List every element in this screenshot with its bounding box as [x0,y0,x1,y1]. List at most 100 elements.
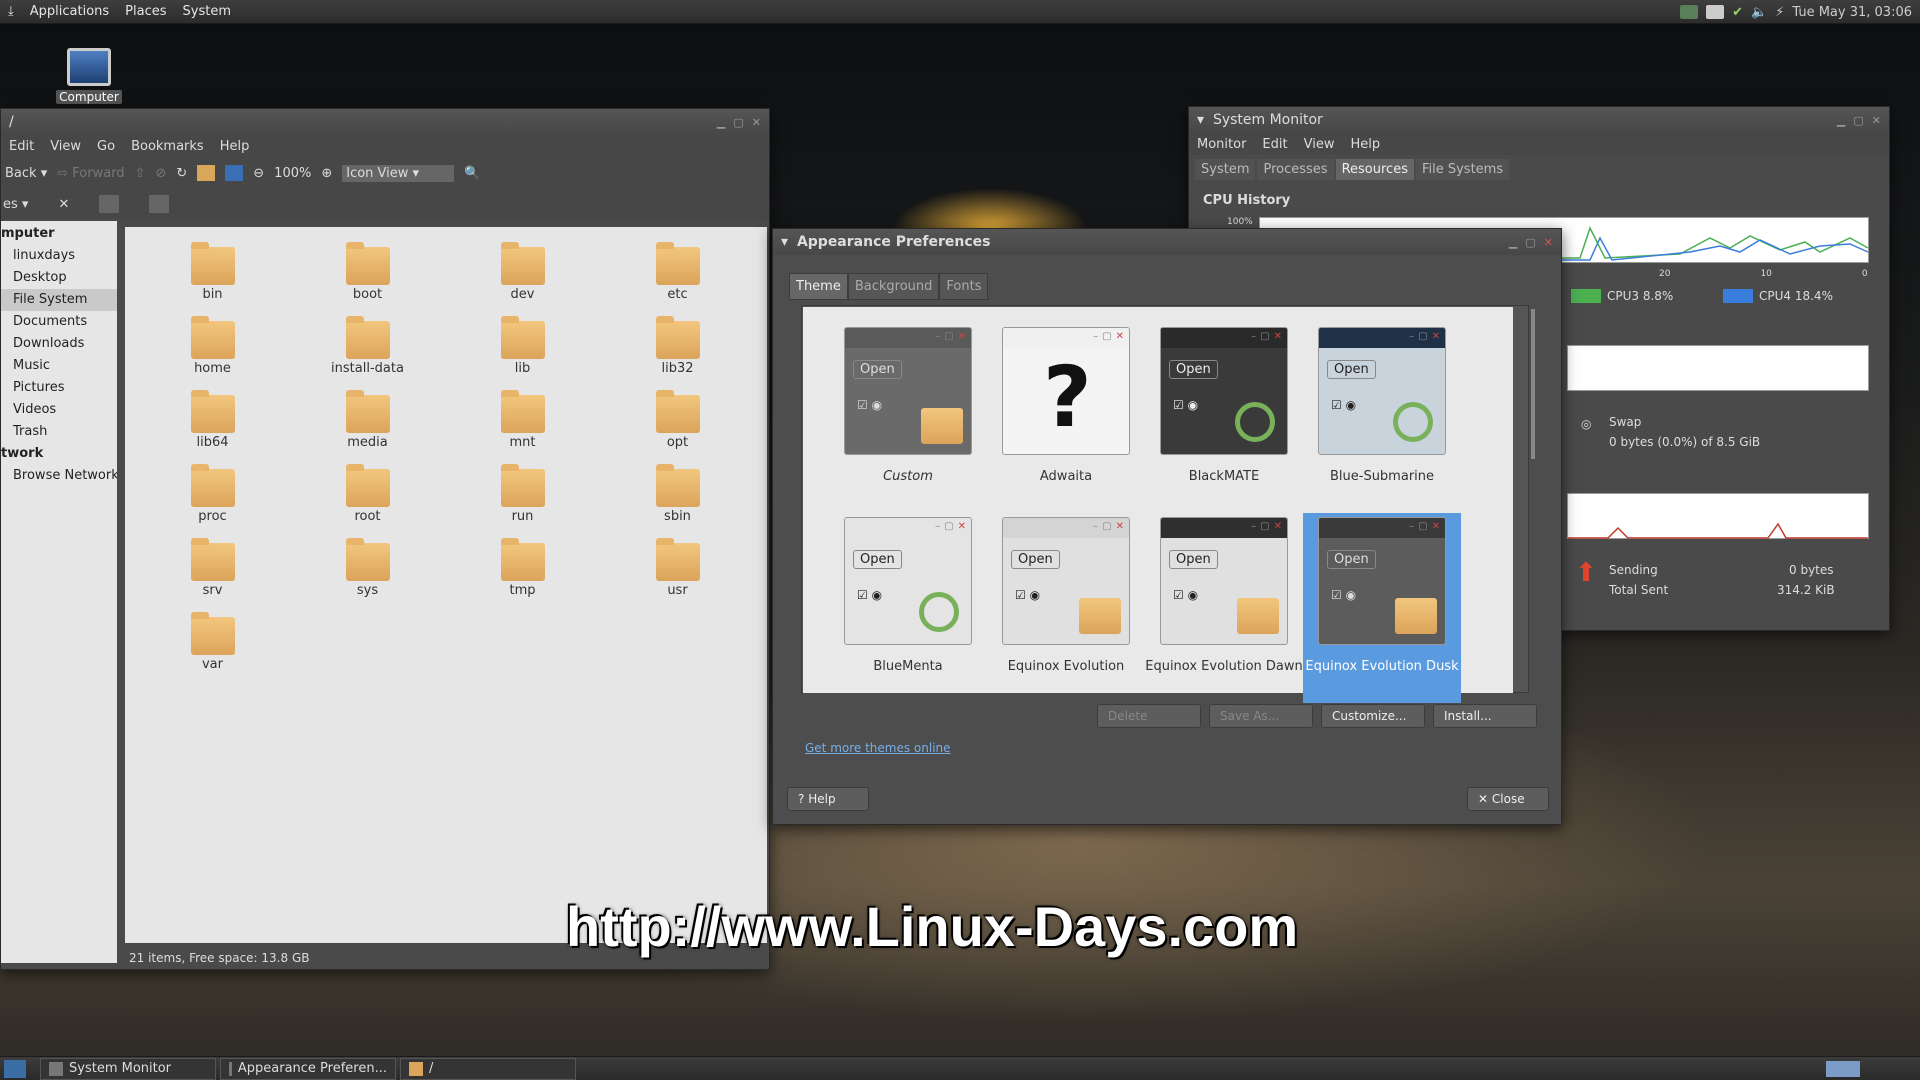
taskbar-button[interactable]: / [400,1057,576,1080]
tab-resources[interactable]: Resources [1335,159,1414,180]
panel-logo-icon[interactable]: ⤓ [0,4,22,19]
menu-view[interactable]: View [1296,137,1343,152]
minimize-icon[interactable]: ▁ [1509,236,1517,249]
install-button[interactable]: Install... [1433,704,1537,728]
maximize-icon[interactable]: ▢ [1853,114,1863,127]
tab-system[interactable]: System [1195,159,1256,180]
network-icon[interactable] [1680,5,1699,19]
menu-bookmarks[interactable]: Bookmarks [123,139,212,154]
edit-icon[interactable] [99,195,120,213]
folder-item[interactable]: srv [135,537,290,611]
menu-monitor[interactable]: Monitor [1189,137,1254,152]
theme-item[interactable]: – ▢ ✕? Adwaita [987,323,1145,513]
applications-menu[interactable]: Applications [22,4,117,19]
folder-item[interactable]: sbin [600,463,755,537]
volume-icon[interactable]: 🔈 [1751,5,1767,20]
more-themes-link[interactable]: Get more themes online [805,741,951,755]
menu-go[interactable]: Go [89,139,123,154]
close-icon[interactable]: ✕ [1544,236,1553,249]
save-as-button[interactable]: Save As... [1209,704,1313,728]
search-icon[interactable]: 🔍 [464,166,480,181]
system-menu[interactable]: System [175,4,239,19]
folder-item[interactable]: sys [290,537,445,611]
location-icon[interactable] [149,195,170,213]
sidebar-item[interactable]: Desktop [1,267,117,289]
theme-scrollbar[interactable] [1531,309,1535,459]
minimize-icon[interactable]: ▁ [717,116,725,129]
customize-button[interactable]: Customize... [1321,704,1425,728]
sidebar-item[interactable]: Downloads [1,333,117,355]
sidebar-item[interactable]: Browse Network [1,465,117,487]
ap-menu-icon[interactable]: ▾ [781,234,788,250]
clock[interactable]: Tue May 31, 03:06 [1792,5,1912,20]
forward-button[interactable]: ⇨ Forward [57,166,124,181]
tab-processes[interactable]: Processes [1257,159,1334,180]
menu-edit[interactable]: Edit [1,139,42,154]
tab-theme[interactable]: Theme [789,273,848,300]
close-icon[interactable]: ✕ [752,116,761,129]
menu-help[interactable]: Help [212,139,258,154]
cpu3-color[interactable] [1571,289,1601,303]
folder-item[interactable]: install-data [290,315,445,389]
theme-item[interactable]: – ▢ ✕ Open ☑ ◉ Custom [829,323,987,513]
close-icon[interactable]: ✕ [1872,114,1881,127]
menu-help[interactable]: Help [1342,137,1388,152]
theme-item[interactable]: – ▢ ✕ Open ☑ ◉ Blue-Submarine [1303,323,1461,513]
home-icon[interactable] [197,165,216,181]
workspace-switcher[interactable] [1826,1060,1860,1077]
folder-item[interactable]: root [290,463,445,537]
sidebar-item[interactable]: File System [1,289,117,311]
minimize-icon[interactable]: ▁ [1837,114,1845,127]
stop-icon[interactable]: ⊘ [155,166,166,181]
sidebar-item[interactable]: Pictures [1,377,117,399]
ap-titlebar[interactable]: ▾ Appearance Preferences ▁ ▢ ✕ [773,229,1561,255]
folder-item[interactable]: usr [600,537,755,611]
show-desktop-icon[interactable] [4,1059,26,1078]
delete-button[interactable]: Delete [1097,704,1201,728]
folder-item[interactable]: run [445,463,600,537]
folder-item[interactable]: boot [290,241,445,315]
menu-edit[interactable]: Edit [1254,137,1295,152]
sidebar-item[interactable]: linuxdays [1,245,117,267]
sidebar-item[interactable]: Trash [1,421,117,443]
theme-item[interactable]: – ▢ ✕ Open ☑ ◉ Equinox Evolution Dusk [1303,513,1461,703]
theme-item[interactable]: – ▢ ✕ Open ☑ ◉ Equinox Evolution Dawn [1145,513,1303,703]
folder-item[interactable]: var [135,611,290,685]
sm-menu-icon[interactable]: ▾ [1197,112,1204,128]
folder-item[interactable]: bin [135,241,290,315]
folder-item[interactable]: dev [445,241,600,315]
folder-item[interactable]: opt [600,389,755,463]
power-icon[interactable]: ⚡ [1775,5,1784,20]
folder-item[interactable]: lib [445,315,600,389]
folder-item[interactable]: media [290,389,445,463]
help-button[interactable]: ? Help [787,787,869,811]
folder-item[interactable]: proc [135,463,290,537]
folder-item[interactable]: etc [600,241,755,315]
places-menu[interactable]: Places [117,4,174,19]
computer-icon[interactable] [225,165,244,181]
taskbar-button[interactable]: Appearance Preferen... [220,1057,396,1080]
theme-item[interactable]: – ▢ ✕ Open ☑ ◉ BlackMATE [1145,323,1303,513]
tab-background[interactable]: Background [847,273,940,300]
taskbar-button[interactable]: System Monitor [40,1057,216,1080]
folder-item[interactable]: lib64 [135,389,290,463]
check-icon[interactable]: ✔ [1732,5,1743,20]
sidebar-item[interactable]: Documents [1,311,117,333]
zoom-in-icon[interactable]: ⊕ [321,166,332,181]
sidebar-item[interactable]: Music [1,355,117,377]
folder-item[interactable]: lib32 [600,315,755,389]
sidebar-item[interactable]: Videos [1,399,117,421]
back-button[interactable]: Back ▾ [5,166,47,181]
maximize-icon[interactable]: ▢ [1525,236,1535,249]
close-button[interactable]: ✕ Close [1467,787,1549,811]
close-sidebar-icon[interactable]: ✕ [58,197,69,212]
theme-item[interactable]: – ▢ ✕ Open ☑ ◉ Equinox Evolution [987,513,1145,703]
tab-fonts[interactable]: Fonts [939,273,989,300]
tab-file-systems[interactable]: File Systems [1415,159,1510,180]
maximize-icon[interactable]: ▢ [733,116,743,129]
zoom-out-icon[interactable]: ⊖ [253,166,264,181]
folder-item[interactable]: tmp [445,537,600,611]
theme-item[interactable]: – ▢ ✕ Open ☑ ◉ BlueMenta [829,513,987,703]
reload-icon[interactable]: ↻ [176,166,187,181]
folder-item[interactable]: mnt [445,389,600,463]
